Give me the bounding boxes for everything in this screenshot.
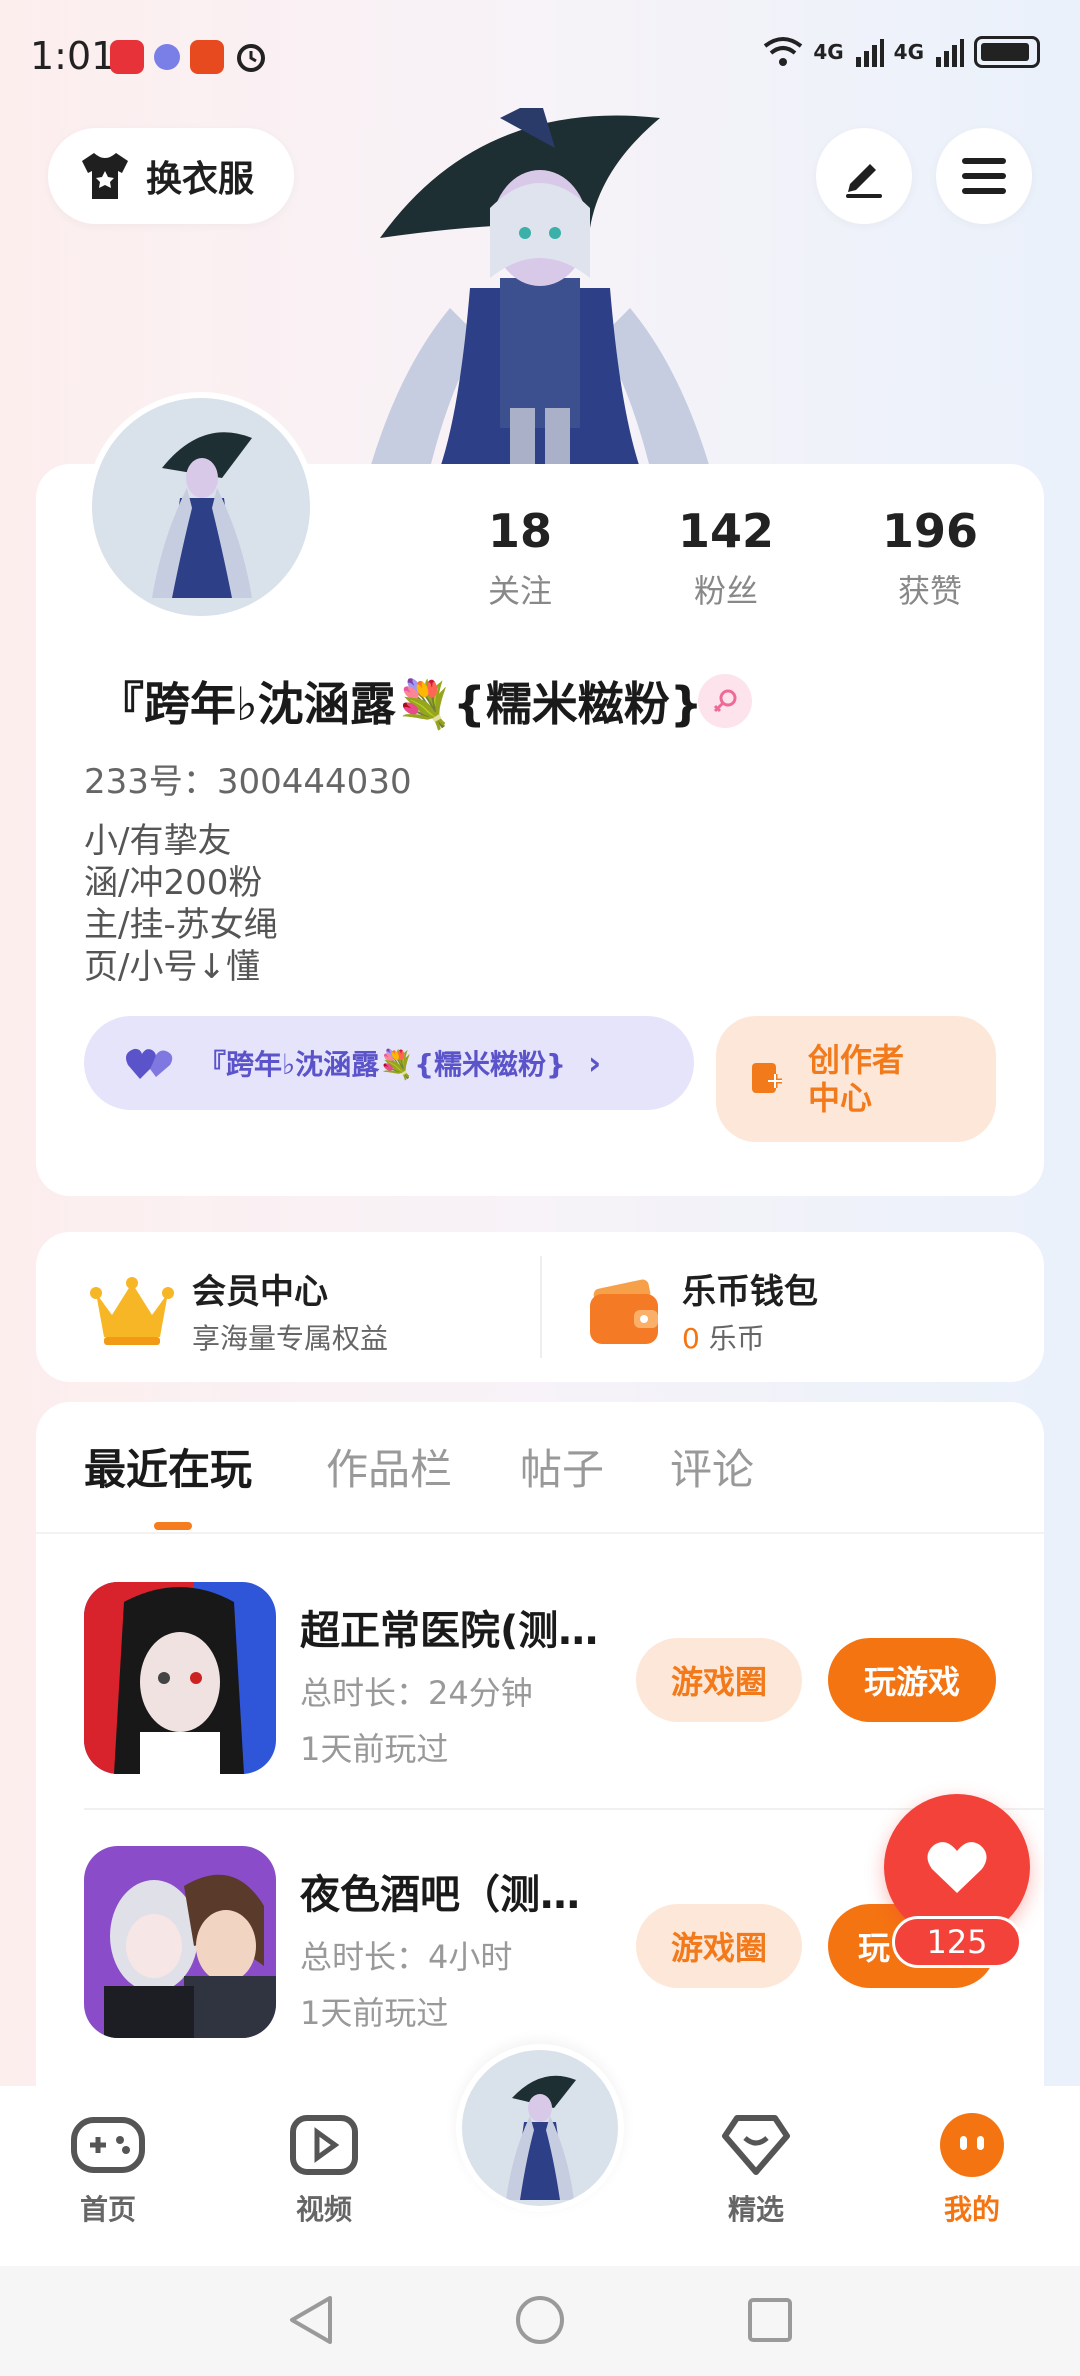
- creator-label-1: 创作者: [808, 1041, 905, 1079]
- game-last-played: 1天前玩过: [300, 1730, 449, 1768]
- game-circle-button[interactable]: 游戏圈: [636, 1638, 802, 1722]
- tab-underline: [36, 1532, 1044, 1534]
- bio: 小/有挚友 涵/冲200粉 主/挂-苏女绳 页/小号↓懂: [84, 820, 278, 988]
- creator-label-2: 中心: [808, 1079, 873, 1117]
- creator-center-button[interactable]: 创作者 中心: [716, 1016, 996, 1142]
- nickname: 『跨年♭沈涵露💐{糯米糍粉}: [98, 677, 703, 731]
- double-heart-icon: [126, 1048, 173, 1079]
- game-last-played: 1天前玩过: [300, 1994, 449, 2032]
- game-icon[interactable]: [84, 1582, 276, 1774]
- back-triangle-icon: [290, 2296, 332, 2344]
- shop-notification-icon: [190, 40, 224, 74]
- chevron-right-icon: ›: [587, 1044, 602, 1082]
- tab-posts[interactable]: 帖子: [520, 1436, 604, 1497]
- shirt-icon: [82, 153, 128, 199]
- list-item-game-1[interactable]: 超正常医院(测… 总时长：24分钟 1天前玩过: [300, 1598, 598, 1770]
- female-gender-icon: [698, 674, 752, 728]
- video-play-icon: [290, 2115, 358, 2175]
- home-circle-icon: [516, 2296, 564, 2344]
- tab-comments[interactable]: 评论: [670, 1436, 754, 1497]
- back-button[interactable]: [286, 2294, 336, 2350]
- divider: [540, 1256, 542, 1358]
- signal-label-1: 4G: [813, 40, 844, 64]
- app-notification-icon: [110, 40, 144, 74]
- battery-icon: [974, 36, 1040, 68]
- menu-button[interactable]: [936, 128, 1032, 224]
- change-outfit-label: 换衣服: [146, 159, 255, 200]
- nav-label: 我的: [943, 2193, 1000, 2226]
- wallet-entry[interactable]: 乐币钱包 0 乐币: [588, 1264, 818, 1357]
- wallet-amount: 0: [682, 1322, 700, 1355]
- play-game-button[interactable]: 玩游戏: [828, 1638, 996, 1722]
- signal-icon: [855, 39, 884, 67]
- nav-label: 首页: [79, 2193, 136, 2226]
- game-name: 超正常医院(测…: [300, 1608, 599, 1654]
- nav-label: 精选: [727, 2193, 784, 2226]
- heart-icon: [927, 1842, 987, 1893]
- stat-following[interactable]: 18 关注: [430, 504, 610, 612]
- fans-count: 142: [677, 504, 775, 558]
- hamburger-icon: [962, 158, 1006, 194]
- tab-works[interactable]: 作品栏: [326, 1436, 452, 1497]
- change-outfit-button[interactable]: 换衣服: [48, 128, 294, 224]
- vip-title: 会员中心: [192, 1272, 328, 1312]
- game-duration: 总时长：4小时: [300, 1938, 513, 1976]
- nav-featured[interactable]: 精选: [686, 2112, 826, 2228]
- bio-line: 小/有挚友: [84, 821, 232, 861]
- music-notification-icon: [154, 44, 180, 70]
- recents-button[interactable]: [746, 2296, 794, 2348]
- center-avatar-button[interactable]: [456, 2044, 624, 2212]
- following-label: 关注: [487, 572, 552, 610]
- recents-square-icon: [748, 2298, 792, 2342]
- bio-line: 涵/冲200粉: [84, 863, 263, 903]
- row-divider: [84, 1808, 1044, 1810]
- bond-pill-label: 『跨年♭沈涵露💐{糯米糍粉}: [198, 1048, 566, 1081]
- tab-recent-played[interactable]: 最近在玩: [84, 1436, 252, 1497]
- likes-label: 获赞: [897, 572, 962, 610]
- vip-center-entry[interactable]: 会员中心 享海量专属权益: [90, 1264, 388, 1357]
- game-circle-button[interactable]: 游戏圈: [636, 1904, 802, 1988]
- signal-label-2: 4G: [893, 40, 924, 64]
- nav-video[interactable]: 视频: [254, 2112, 394, 2228]
- stat-fans[interactable]: 142 粉丝: [636, 504, 816, 612]
- stat-likes[interactable]: 196 获赞: [840, 504, 1020, 612]
- wallet-unit: 乐币: [708, 1322, 765, 1355]
- list-item-game-2[interactable]: 夜色酒吧（测… 总时长：4小时 1天前玩过: [300, 1862, 580, 2034]
- character-avatar-3d[interactable]: [340, 108, 740, 468]
- game-name: 夜色酒吧（测…: [300, 1872, 580, 1918]
- fans-label: 粉丝: [693, 572, 758, 610]
- edit-profile-button[interactable]: [816, 128, 912, 224]
- bio-line: 页/小号↓懂: [84, 947, 260, 987]
- like-count-badge: 125: [892, 1916, 1022, 1968]
- following-count: 18: [487, 504, 552, 558]
- bond-pill[interactable]: 『跨年♭沈涵露💐{糯米糍粉} ›: [84, 1016, 694, 1110]
- likes-count: 196: [881, 504, 979, 558]
- vip-subtitle: 享海量专属权益: [192, 1322, 389, 1355]
- nav-home[interactable]: 首页: [38, 2112, 178, 2228]
- wifi-icon: [764, 37, 803, 66]
- game-icon[interactable]: [84, 1846, 276, 2038]
- user-id: 233号：300444030: [84, 762, 412, 802]
- game-duration: 总时长：24分钟: [300, 1674, 533, 1712]
- home-button[interactable]: [514, 2294, 566, 2350]
- wallet-balance: 0 乐币: [682, 1317, 818, 1357]
- status-right: 4G 4G: [763, 36, 1040, 68]
- creator-icon: [752, 1063, 782, 1093]
- wallet-icon: [590, 1279, 658, 1344]
- profile-face-icon: [940, 2113, 1004, 2177]
- pen-icon: [846, 164, 882, 198]
- alarm-icon: [234, 40, 268, 74]
- profile-avatar[interactable]: [86, 392, 316, 622]
- signal-icon-2: [936, 39, 964, 67]
- diamond-heart-icon: [722, 2115, 790, 2175]
- wallet-title: 乐币钱包: [682, 1272, 818, 1312]
- status-notification-icons: [110, 40, 268, 74]
- tab-indicator: [154, 1522, 192, 1530]
- status-time: 1:01: [30, 34, 116, 78]
- nav-mine[interactable]: 我的: [902, 2112, 1042, 2228]
- crown-icon: [90, 1276, 174, 1345]
- bio-line: 主/挂-苏女绳: [84, 905, 278, 945]
- nav-label: 视频: [295, 2193, 352, 2226]
- gamepad-icon: [71, 2117, 145, 2173]
